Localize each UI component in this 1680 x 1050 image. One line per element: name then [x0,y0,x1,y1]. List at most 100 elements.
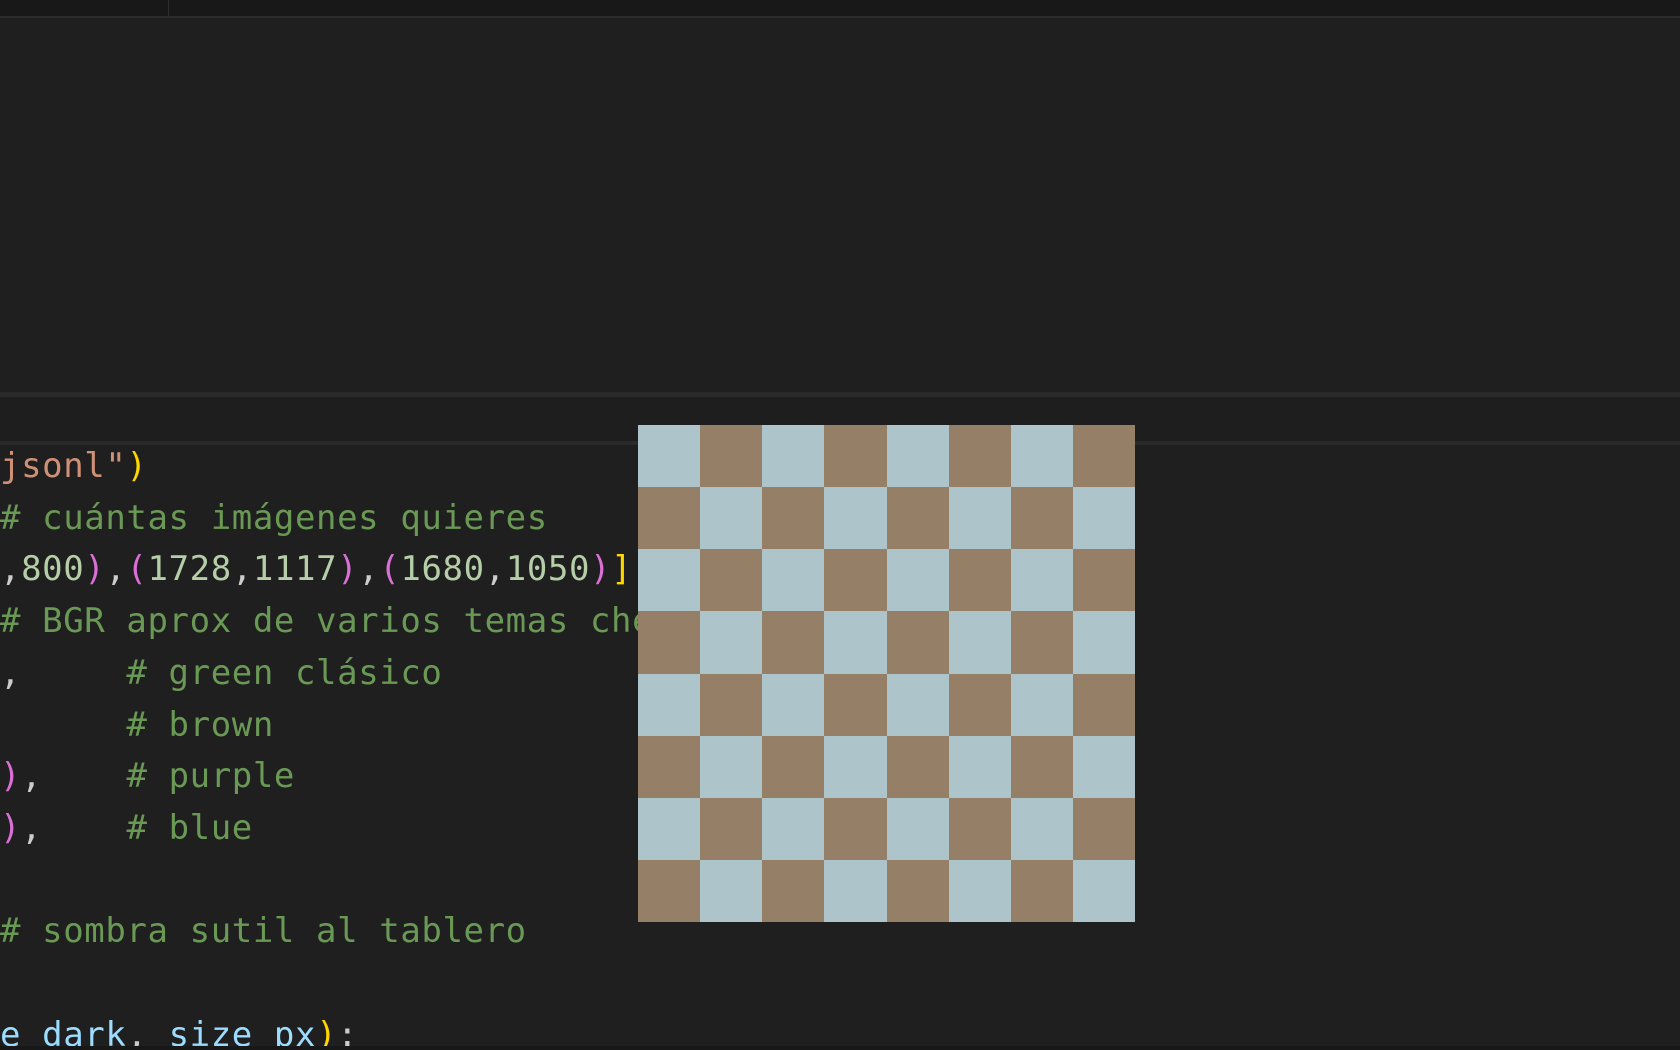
code-line[interactable]: ), # blue [0,802,253,854]
code-token: # purple [126,756,295,796]
board-square-light [1010,549,1073,612]
board-square-light [1010,425,1073,488]
board-square-dark [824,425,887,488]
board-square-dark [824,673,887,736]
code-token: , [21,808,127,848]
board-square-dark [762,859,825,922]
code-token: # BGR aprox de varios temas che [0,601,654,641]
code-token: 1728 [147,549,232,589]
code-token: , [105,549,127,589]
code-line[interactable]: ,800),(1728,1117),(1680,1050)] [0,543,632,595]
board-square-light [824,487,887,550]
code-token: # cuántas imágenes quieres [0,498,548,538]
code-token: , [0,653,127,693]
code-line[interactable]: # sombra sutil al tablero [0,905,527,957]
board-square-light [886,797,949,860]
board-square-light [638,797,701,860]
board-square-light [762,673,825,736]
code-token: 800 [21,549,85,589]
board-square-light [886,673,949,736]
board-square-light [638,425,701,488]
code-token: 1050 [505,549,591,589]
code-token: # brown [126,705,274,745]
code-line[interactable]: jsonl") [0,445,148,492]
code-token: 1117 [252,549,338,589]
board-square-light [948,859,1011,922]
code-line[interactable]: # brown [0,699,274,751]
code-token: ] [611,549,633,589]
board-square-light [886,425,949,488]
board-square-dark [1010,735,1073,798]
board-square-dark [824,549,887,612]
board-square-dark [638,611,701,674]
board-square-dark [700,425,763,488]
board-square-light [1072,859,1135,922]
code-token: , [126,1015,169,1050]
code-token: e [0,1015,22,1050]
board-square-dark [638,735,701,798]
board-square-light [1010,673,1073,736]
board-square-light [1072,611,1135,674]
code-token: ) [337,549,359,589]
code-token: ) [84,549,106,589]
board-square-dark [762,735,825,798]
code-token: ) [0,808,22,848]
board-square-light [948,487,1011,550]
code-token: ) [316,1015,338,1050]
code-token: ) [590,549,612,589]
board-square-dark [824,797,887,860]
board-square-dark [886,611,949,674]
board-square-dark [1010,611,1073,674]
top-bar [0,0,1680,18]
code-line[interactable]: # BGR aprox de varios temas che [0,595,653,647]
board-square-light [638,549,701,612]
code-token: , [358,549,380,589]
board-square-dark [762,487,825,550]
board-square-light [948,735,1011,798]
board-square-dark [1072,797,1135,860]
board-square-dark [1072,549,1135,612]
code-line[interactable]: # cuántas imágenes quieres [0,492,548,544]
board-square-dark [700,797,763,860]
code-token: # green clásico [126,653,443,693]
board-square-light [700,735,763,798]
board-square-dark [638,487,701,550]
board-square-dark [762,611,825,674]
code-token: , [484,549,506,589]
code-token: ) [0,756,22,796]
code-token: jsonl" [0,446,127,486]
board-square-light [886,549,949,612]
upper-panel [0,18,1680,394]
board-square-light [824,859,887,922]
board-square-light [824,611,887,674]
code-token: ( [379,549,401,589]
code-token: 1680 [400,549,485,589]
board-square-light [762,549,825,612]
code-token: : [337,1015,359,1050]
board-square-dark [1010,487,1073,550]
code-token: dark [42,1015,127,1050]
board-square-dark [886,735,949,798]
code-line[interactable]: , # green clásico [0,647,442,699]
board-square-dark [700,549,763,612]
board-square-dark [1072,425,1135,488]
board-square-light [638,673,701,736]
code-line[interactable]: ), # purple [0,750,295,802]
code-token: size_px [168,1015,317,1050]
board-square-dark [886,487,949,550]
board-square-dark [948,549,1011,612]
code-line[interactable]: e dark, size_px): [0,1009,358,1050]
board-square-light [1072,735,1135,798]
board-square-light [948,611,1011,674]
board-square-dark [1072,673,1135,736]
board-square-dark [886,859,949,922]
board-square-light [762,425,825,488]
board-square-light [824,735,887,798]
board-square-dark [948,673,1011,736]
board-square-light [1072,487,1135,550]
board-square-dark [1010,859,1073,922]
board-square-dark [700,673,763,736]
code-token: ) [126,446,148,486]
